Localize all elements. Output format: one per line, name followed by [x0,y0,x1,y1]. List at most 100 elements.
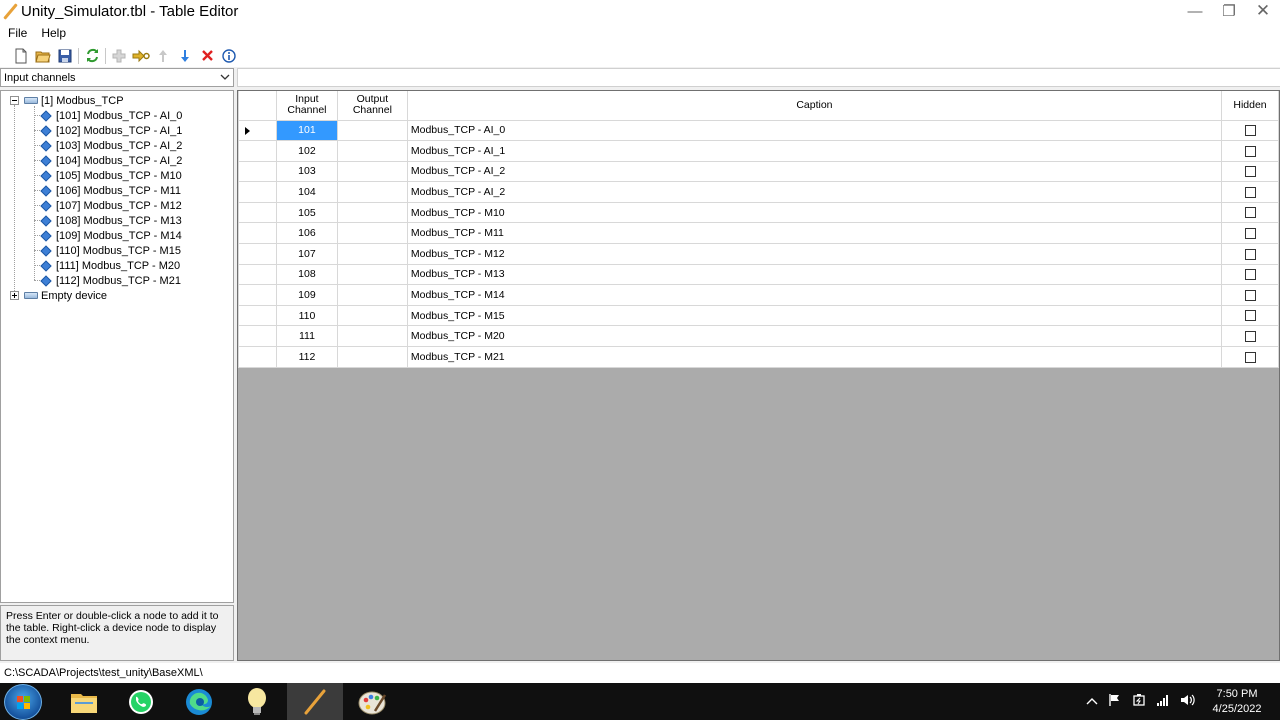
filter-field[interactable] [237,68,1280,87]
hidden-checkbox[interactable] [1244,145,1256,157]
info-icon[interactable] [218,46,240,66]
cell-caption[interactable]: Modbus_TCP - M11 [406,222,1223,245]
paint-icon[interactable] [345,683,401,720]
tree-channel-node[interactable]: [110] Modbus_TCP - M15 [34,243,181,258]
cell-caption[interactable]: Modbus_TCP - M13 [406,263,1223,286]
table-row[interactable]: 111 Modbus_TCP - M20 [238,325,1279,348]
cell-caption[interactable]: Modbus_TCP - M15 [406,304,1223,327]
menu-file[interactable]: File [2,26,33,40]
channel-table[interactable]: Input Channel Output Channel Caption Hidde… [237,90,1280,661]
table-row[interactable]: 105 Modbus_TCP - M10 [238,201,1279,224]
tree-channel-node[interactable]: [111] Modbus_TCP - M20 [34,258,180,273]
move-down-icon[interactable] [174,46,196,66]
hidden-checkbox[interactable] [1244,269,1256,281]
add-icon[interactable] [108,46,130,66]
row-header[interactable] [238,160,277,183]
hidden-checkbox[interactable] [1244,330,1256,342]
row-header[interactable] [238,201,277,224]
table-row[interactable]: 108 Modbus_TCP - M13 [238,263,1279,286]
hidden-checkbox[interactable] [1244,186,1256,198]
device-tree[interactable]: [1] Modbus_TCP [101] Modbus_TCP - AI_0 [… [0,90,234,603]
cell-output-channel[interactable] [336,325,408,348]
delete-icon[interactable] [196,46,218,66]
cell-output-channel[interactable] [336,222,408,245]
row-header[interactable] [238,284,277,306]
tree-channel-node[interactable]: [112] Modbus_TCP - M21 [34,273,181,288]
cell-output-channel[interactable] [336,243,408,265]
cell-caption[interactable]: Modbus_TCP - AI_0 [406,119,1223,142]
save-icon[interactable] [54,46,76,66]
table-row[interactable]: 103 Modbus_TCP - AI_2 [238,160,1279,183]
maximize-button[interactable]: ❐ [1212,0,1246,22]
cell-caption[interactable]: Modbus_TCP - M20 [406,325,1223,348]
hidden-checkbox[interactable] [1244,166,1256,178]
col-header-output-channel[interactable]: Output Channel [336,91,408,121]
table-row[interactable]: 109 Modbus_TCP - M14 [238,284,1279,306]
cell-caption[interactable]: Modbus_TCP - M14 [406,284,1223,306]
chevron-up-icon[interactable] [1086,695,1098,709]
lightbulb-app-icon[interactable] [229,683,285,720]
row-header[interactable] [238,325,277,348]
cell-output-channel[interactable] [336,160,408,183]
row-header[interactable] [238,243,277,265]
cell-input-channel[interactable]: 106 [275,222,338,245]
battery-charging-icon[interactable] [1132,693,1146,710]
table-row[interactable]: 101 Modbus_TCP - AI_0 [238,119,1279,142]
cell-output-channel[interactable] [336,263,408,286]
add-range-icon[interactable] [130,46,152,66]
cell-output-channel[interactable] [336,284,408,306]
table-row[interactable]: 104 Modbus_TCP - AI_2 [238,181,1279,203]
tree-channel-node[interactable]: [104] Modbus_TCP - AI_2 [34,153,182,168]
table-editor-icon[interactable] [287,683,343,720]
cell-input-channel[interactable]: 105 [275,201,338,224]
hidden-checkbox[interactable] [1244,248,1256,260]
cell-input-channel[interactable]: 103 [275,160,338,183]
menu-help[interactable]: Help [35,26,72,40]
network-signal-icon[interactable] [1156,693,1170,710]
cell-output-channel[interactable] [336,140,408,162]
tree-channel-node[interactable]: [109] Modbus_TCP - M14 [34,228,182,243]
cell-caption[interactable]: Modbus_TCP - AI_1 [406,140,1223,162]
cell-input-channel[interactable]: 111 [275,325,338,348]
row-header[interactable] [238,263,277,286]
col-header-input-channel[interactable]: Input Channel [275,91,338,121]
hidden-checkbox[interactable] [1244,125,1256,137]
tree-channel-node[interactable]: [103] Modbus_TCP - AI_2 [34,138,182,153]
cell-output-channel[interactable] [336,119,408,142]
start-button[interactable] [4,684,42,720]
hidden-checkbox[interactable] [1244,207,1256,219]
row-header[interactable] [238,181,277,203]
col-header-hidden[interactable]: Hidden [1221,91,1279,121]
collapse-icon[interactable] [10,96,19,105]
row-header[interactable] [238,222,277,245]
channel-type-dropdown[interactable]: Input channels [0,68,234,87]
row-header[interactable] [238,119,277,142]
refresh-icon[interactable] [81,46,103,66]
open-folder-icon[interactable] [32,46,54,66]
cell-output-channel[interactable] [336,181,408,203]
table-row[interactable]: 110 Modbus_TCP - M15 [238,304,1279,327]
tree-device-node[interactable]: [1] Modbus_TCP [10,93,124,108]
cell-input-channel[interactable]: 110 [275,304,338,327]
row-header[interactable] [238,140,277,162]
col-header-caption[interactable]: Caption [406,91,1223,121]
cell-input-channel[interactable]: 107 [275,243,338,265]
file-explorer-icon[interactable] [56,683,112,720]
cell-caption[interactable]: Modbus_TCP - M12 [406,243,1223,265]
cell-input-channel[interactable]: 112 [275,346,338,368]
table-row[interactable]: 107 Modbus_TCP - M12 [238,243,1279,265]
minimize-button[interactable]: — [1178,0,1212,22]
table-row[interactable]: 112 Modbus_TCP - M21 [238,346,1279,368]
flag-icon[interactable] [1108,693,1122,710]
cell-caption[interactable]: Modbus_TCP - M21 [406,346,1223,368]
tree-channel-node[interactable]: [105] Modbus_TCP - M10 [34,168,182,183]
table-row[interactable]: 106 Modbus_TCP - M11 [238,222,1279,245]
hidden-checkbox[interactable] [1244,227,1256,239]
tree-channel-node[interactable]: [102] Modbus_TCP - AI_1 [34,123,182,138]
cell-output-channel[interactable] [336,346,408,368]
hidden-checkbox[interactable] [1244,310,1256,322]
cell-input-channel[interactable]: 104 [275,181,338,203]
cell-input-channel[interactable]: 108 [275,263,338,286]
cell-input-channel[interactable]: 101 [275,119,338,142]
new-file-icon[interactable] [10,46,32,66]
